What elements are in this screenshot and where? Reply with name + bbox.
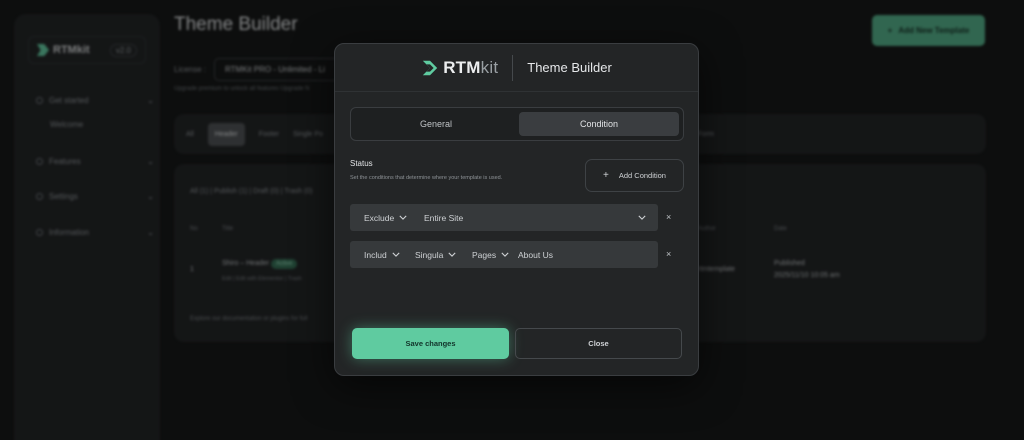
row-date-value: 2025/11/10 10:05 am bbox=[774, 272, 840, 279]
condition-type-select[interactable]: Includ bbox=[364, 241, 400, 268]
sidebar-item-label: Features bbox=[49, 157, 81, 166]
sidebar-item-label: Information bbox=[49, 228, 90, 237]
select-value: Includ bbox=[364, 249, 387, 260]
save-changes-button[interactable]: Save changes bbox=[352, 328, 509, 359]
row-title-text: Shiro – Header bbox=[222, 260, 270, 267]
brand-main: RTM bbox=[443, 57, 481, 77]
row-actions[interactable]: Edit | Edit with Elementor | Trash bbox=[222, 276, 302, 282]
modal-header: RTMkit Theme Builder bbox=[335, 44, 698, 92]
page-title: Theme Builder bbox=[174, 14, 298, 35]
gear-icon bbox=[36, 193, 43, 200]
chevron-down-icon bbox=[392, 252, 400, 257]
condition-type-select[interactable]: Exclude bbox=[364, 204, 407, 231]
brand-logo: RTMkit bbox=[421, 58, 498, 78]
version-badge: v2.0 bbox=[109, 43, 137, 57]
status-filters[interactable]: All (1) | Publish (1) | Draft (0) | Tras… bbox=[190, 188, 313, 195]
sidebar-item-get-started[interactable]: Get started ⌄ bbox=[36, 96, 154, 105]
status-label: Status bbox=[350, 159, 373, 168]
status-description: Set the conditions that determine where … bbox=[350, 175, 503, 181]
tab-single-post[interactable]: Single Po bbox=[293, 131, 323, 138]
chevron-down-icon: ⌄ bbox=[147, 192, 154, 201]
select-value: Pages bbox=[472, 249, 497, 260]
modal-title: Theme Builder bbox=[527, 60, 612, 75]
brand-name: RTMkit bbox=[443, 58, 498, 78]
tab-header[interactable]: Header bbox=[207, 122, 245, 146]
tab-footer[interactable]: Footer bbox=[259, 131, 279, 138]
header-divider bbox=[512, 54, 514, 81]
sidebar-logo: RTMkit v2.0 bbox=[28, 36, 146, 64]
select-value: Singula bbox=[415, 249, 444, 260]
info-icon bbox=[36, 229, 43, 236]
close-button[interactable]: Close bbox=[515, 328, 682, 359]
chevron-down-icon: ⌄ bbox=[147, 96, 154, 105]
condition-object-select[interactable]: Pages bbox=[472, 241, 509, 268]
sidebar-item-label: Get started bbox=[49, 96, 89, 105]
tab-condition[interactable]: Condition bbox=[519, 112, 679, 136]
sidebar: RTMkit v2.0 Get started ⌄ Welcome Featur… bbox=[14, 14, 160, 440]
footer-note: Explore our documentation or plugins for… bbox=[190, 316, 308, 322]
sidebar-item-features[interactable]: Features ⌄ bbox=[36, 157, 154, 166]
sidebar-item-information[interactable]: Information ⌄ bbox=[36, 228, 154, 237]
tab-form[interactable]: Form bbox=[698, 131, 714, 138]
license-label: License : bbox=[174, 65, 207, 74]
sidebar-brand: RTMkit bbox=[53, 44, 90, 56]
modal-tabs: General Condition bbox=[350, 107, 684, 141]
button-label: Add New Template bbox=[898, 26, 970, 35]
condition-value-select[interactable]: About Us bbox=[518, 241, 553, 268]
theme-builder-modal: RTMkit Theme Builder General Condition S… bbox=[334, 43, 699, 376]
column-no: No bbox=[190, 226, 198, 232]
select-value: Exclude bbox=[364, 212, 395, 223]
sidebar-item-label: Welcome bbox=[50, 120, 84, 129]
sidebar-item-welcome[interactable]: Welcome bbox=[50, 120, 168, 129]
row-number: 1 bbox=[190, 266, 194, 273]
brand-logo-icon bbox=[37, 44, 49, 56]
sidebar-item-settings[interactable]: Settings ⌄ bbox=[36, 192, 154, 201]
row-date-status: Published bbox=[774, 260, 805, 267]
plus-icon: + bbox=[603, 170, 609, 181]
column-author: Author bbox=[698, 226, 716, 232]
chevron-down-icon bbox=[501, 252, 509, 257]
circle-icon bbox=[36, 97, 43, 104]
remove-condition-button[interactable]: × bbox=[666, 212, 671, 222]
add-condition-button[interactable]: + Add Condition bbox=[585, 159, 684, 192]
column-date: Date bbox=[774, 226, 787, 232]
tab-general[interactable]: General bbox=[355, 112, 517, 136]
condition-row: Includ Singula Pages About Us bbox=[350, 241, 658, 268]
condition-target-select[interactable]: Entire Site bbox=[424, 204, 652, 231]
row-title[interactable]: Shiro – Header Active bbox=[222, 259, 298, 269]
row-author: rtmtemplate bbox=[698, 266, 735, 273]
select-value: About Us bbox=[518, 249, 553, 260]
condition-row: Exclude Entire Site bbox=[350, 204, 658, 231]
circle-icon bbox=[36, 158, 43, 165]
chevron-down-icon bbox=[638, 215, 646, 220]
remove-condition-button[interactable]: × bbox=[666, 249, 671, 259]
rtmkit-logo-icon bbox=[423, 60, 438, 75]
chevron-down-icon bbox=[399, 215, 407, 220]
sidebar-item-label: Settings bbox=[49, 192, 78, 201]
condition-scope-select[interactable]: Singula bbox=[415, 241, 456, 268]
column-title: Title bbox=[222, 226, 234, 232]
upgrade-notice: Upgrade premium to unlock all features U… bbox=[174, 86, 310, 92]
chevron-down-icon: ⌄ bbox=[147, 228, 154, 237]
select-value: Entire Site bbox=[424, 212, 464, 223]
brand-kit: kit bbox=[480, 57, 499, 77]
status-badge: Active bbox=[271, 259, 298, 269]
tab-all[interactable]: All bbox=[186, 131, 194, 138]
chevron-down-icon: ⌄ bbox=[147, 157, 154, 166]
plus-icon: + bbox=[887, 26, 893, 35]
button-label: Add Condition bbox=[618, 171, 666, 180]
add-new-template-button[interactable]: + Add New Template bbox=[872, 15, 985, 46]
chevron-down-icon bbox=[448, 252, 456, 257]
